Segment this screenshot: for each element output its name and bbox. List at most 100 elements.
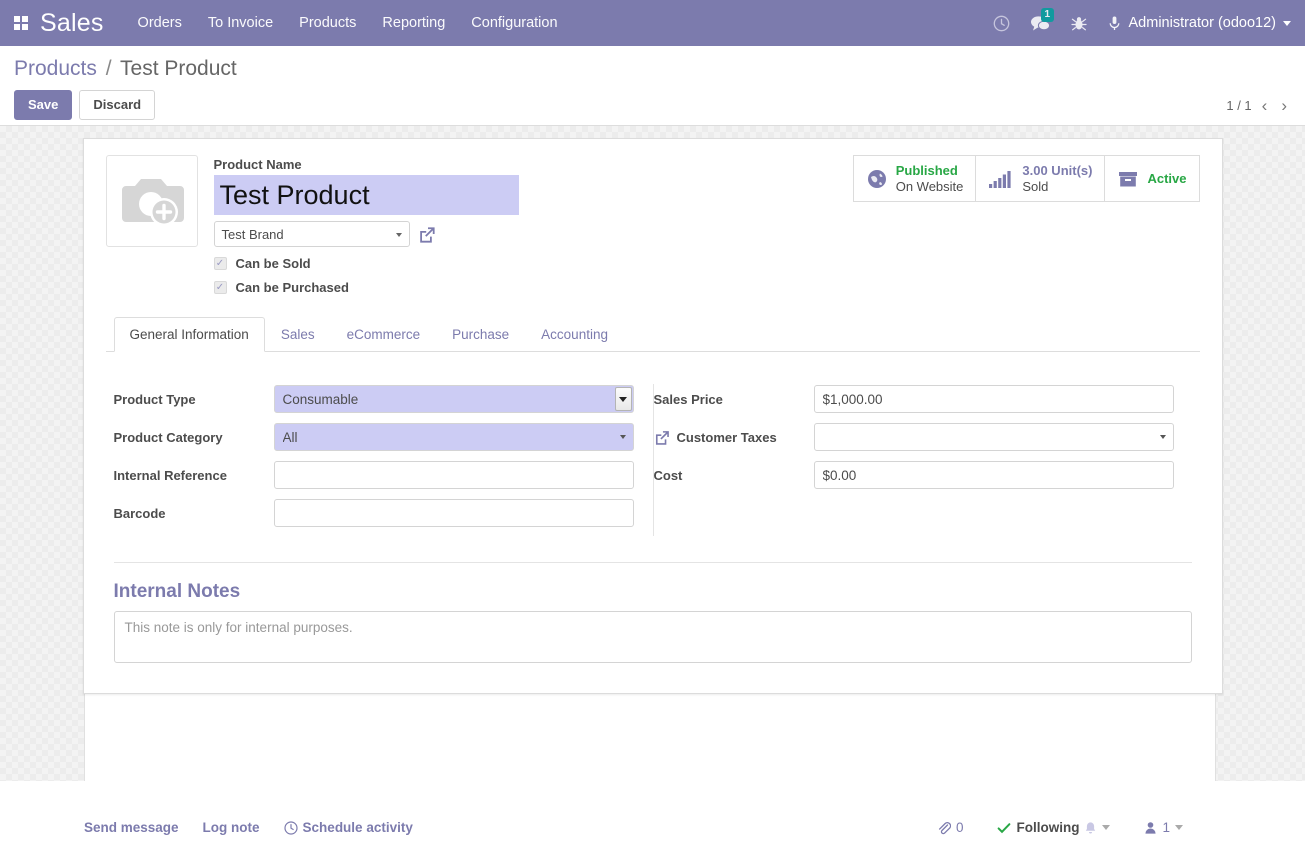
stat-text: 3.00 Unit(s) Sold <box>1022 163 1092 194</box>
paperclip-icon <box>938 821 951 834</box>
check-icon: ✓ <box>215 257 225 269</box>
control-panel: Products / Test Product Save Discard 1 /… <box>0 46 1305 126</box>
pager-previous-button[interactable]: ‹ <box>1258 97 1272 114</box>
chevron-down-icon <box>395 233 402 238</box>
tab-accounting[interactable]: Accounting <box>525 317 624 352</box>
customer-taxes-input[interactable] <box>813 423 1174 452</box>
stat-value: 3.00 Unit(s) <box>1022 163 1093 178</box>
form-column-left: Product Type Product Category Internal R… <box>114 384 653 536</box>
chevron-down-icon <box>1102 825 1111 830</box>
menu-item-to-invoice[interactable]: To Invoice <box>208 15 273 31</box>
product-category-label: Product Category <box>113 429 223 445</box>
chevron-down-icon <box>1283 20 1291 26</box>
internal-reference-label: Internal Reference <box>113 467 227 483</box>
tab-sales[interactable]: Sales <box>265 317 331 352</box>
field-sales-price: Sales Price <box>654 384 1192 414</box>
globe-icon <box>867 169 886 188</box>
apps-grid-icon <box>14 16 28 30</box>
field-cost: Cost <box>654 460 1192 490</box>
can-be-purchased-label: Can be Purchased <box>235 280 349 296</box>
tab-ecommerce[interactable]: eCommerce <box>331 317 437 352</box>
can-be-purchased-row: ✓ Can be Purchased <box>213 280 519 296</box>
product-brand-value: Test Brand <box>221 227 284 243</box>
camera-plus-icon <box>121 179 184 226</box>
form-column-right: Sales Price Customer Taxes <box>652 384 1192 537</box>
can-be-purchased-checkbox[interactable]: ✓ <box>213 281 227 295</box>
product-brand-row: Test Brand <box>213 221 519 248</box>
chatter-actions: Send message Log note Schedule activity <box>22 820 413 835</box>
customer-taxes-label-wrap: Customer Taxes <box>654 429 814 446</box>
stat-text: Published On Website <box>896 163 964 194</box>
log-note-button[interactable]: Log note <box>203 820 260 835</box>
stat-label: Sold <box>1022 178 1049 194</box>
user-name-label: Administrator (odoo12) <box>1128 15 1277 31</box>
stat-button-active-archive[interactable]: Active <box>1105 156 1198 201</box>
product-name-input[interactable] <box>213 175 519 216</box>
bar-chart-icon <box>989 170 1011 188</box>
can-be-sold-checkbox[interactable]: ✓ <box>213 257 227 271</box>
menu-item-reporting[interactable]: Reporting <box>382 15 445 31</box>
attachment-count: 0 <box>955 820 964 835</box>
sales-price-input[interactable] <box>813 385 1174 414</box>
form-sheet: Published On Website 3.00 Unit(s) Sold A… <box>82 138 1223 694</box>
field-product-category: Product Category <box>114 422 653 452</box>
stat-button-box: Published On Website 3.00 Unit(s) Sold A… <box>852 155 1200 203</box>
apps-menu-button[interactable] <box>8 10 34 36</box>
debug-bug-icon[interactable] <box>1070 15 1087 32</box>
attachments-counter[interactable]: 0 <box>937 820 964 835</box>
user-menu[interactable]: Administrator (odoo12) <box>1107 15 1291 32</box>
clock-icon <box>283 820 298 835</box>
stat-button-units-sold[interactable]: 3.00 Unit(s) Sold <box>976 156 1106 202</box>
customer-taxes-external-link-icon[interactable] <box>654 429 671 446</box>
messages-chat-icon[interactable]: 1 <box>1030 7 1055 32</box>
stat-button-website-published[interactable]: Published On Website <box>854 156 977 202</box>
navbar-right-tools: 1 Administrator (odoo12) <box>993 7 1291 32</box>
save-button[interactable]: Save <box>14 90 73 121</box>
barcode-input[interactable] <box>273 499 634 528</box>
main-menu: Orders To Invoice Products Reporting Con… <box>138 15 558 31</box>
stat-value: Active <box>1147 170 1187 186</box>
app-brand-sales[interactable]: Sales <box>40 9 104 38</box>
internal-reference-input[interactable] <box>273 461 634 490</box>
customer-taxes-wrap[interactable] <box>813 423 1174 452</box>
product-type-select-wrap[interactable] <box>273 385 634 414</box>
menu-item-products[interactable]: Products <box>299 15 356 31</box>
menu-item-configuration[interactable]: Configuration <box>471 15 557 31</box>
internal-notes-textarea[interactable]: This note is only for internal purposes. <box>113 611 1192 664</box>
chatter-bar: Send message Log note Schedule activity … <box>0 781 1305 859</box>
product-category-wrap[interactable] <box>273 423 634 452</box>
pager-next-button[interactable]: › <box>1277 97 1291 114</box>
discard-button[interactable]: Discard <box>79 90 156 121</box>
internal-notes-title: Internal Notes <box>113 581 241 603</box>
send-message-button[interactable]: Send message <box>84 820 179 835</box>
notes-separator <box>113 562 1192 564</box>
cost-input[interactable] <box>813 461 1174 490</box>
breadcrumb: Products / Test Product <box>14 56 1291 82</box>
tab-general-information[interactable]: General Information <box>113 317 265 353</box>
field-internal-reference: Internal Reference <box>114 460 653 490</box>
product-type-label: Product Type <box>113 391 196 407</box>
stat-text: Active <box>1147 171 1186 187</box>
stat-label: On Website <box>895 178 964 194</box>
product-image-upload[interactable] <box>105 155 198 247</box>
following-toggle[interactable]: Following <box>997 820 1111 835</box>
tab-purchase[interactable]: Purchase <box>436 317 525 352</box>
notebook-tabs: General Information Sales eCommerce Purc… <box>105 317 1200 353</box>
brand-external-link-icon[interactable] <box>418 225 437 244</box>
schedule-activity-button[interactable]: Schedule activity <box>283 820 413 835</box>
followers-counter[interactable]: 1 <box>1144 820 1183 835</box>
breadcrumb-products[interactable]: Products <box>14 57 97 80</box>
bell-icon <box>1086 821 1096 833</box>
pager-value: 1 / 1 <box>1226 97 1252 113</box>
chatter-status: 0 Following 1 <box>937 820 1283 835</box>
top-navbar: Sales Orders To Invoice Products Reporti… <box>0 0 1305 46</box>
activity-clock-icon[interactable] <box>993 15 1010 32</box>
form-content-area: Published On Website 3.00 Unit(s) Sold A… <box>0 126 1305 781</box>
header-fields: Product Name Test Brand <box>213 155 519 296</box>
cost-label: Cost <box>653 467 683 483</box>
menu-item-orders[interactable]: Orders <box>138 15 182 31</box>
product-category-input[interactable] <box>273 423 634 452</box>
can-be-sold-label: Can be Sold <box>235 256 311 272</box>
product-brand-select[interactable]: Test Brand <box>213 221 410 248</box>
product-type-select[interactable] <box>273 385 634 414</box>
